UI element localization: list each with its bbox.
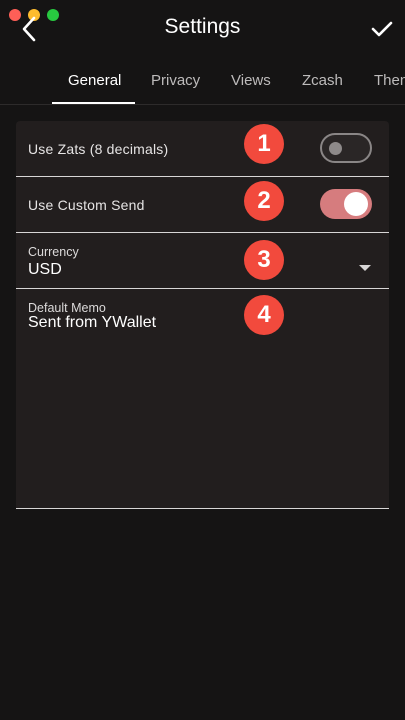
use-zats-label: Use Zats (8 decimals) <box>28 141 169 157</box>
toggle-knob <box>344 192 368 216</box>
tab-general[interactable]: General <box>68 72 121 89</box>
tab-privacy[interactable]: Privacy <box>151 72 200 89</box>
custom-send-row: Use Custom Send 2 <box>16 177 389 232</box>
custom-send-label: Use Custom Send <box>28 197 145 213</box>
tab-zcash[interactable]: Zcash <box>302 72 343 89</box>
memo-underline <box>16 508 389 509</box>
memo-label: Default Memo <box>28 301 106 315</box>
default-memo-field[interactable]: Default Memo Sent from YWallet 4 <box>16 289 389 508</box>
use-zats-toggle[interactable] <box>320 133 372 163</box>
tab-theme[interactable]: Then <box>374 72 405 89</box>
step-badge-4: 4 <box>244 295 284 335</box>
confirm-button[interactable] <box>367 14 397 44</box>
general-settings-panel: Use Zats (8 decimals) 1 Use Custom Send … <box>16 121 389 509</box>
currency-row[interactable]: Currency USD 3 <box>16 233 389 288</box>
use-zats-row: Use Zats (8 decimals) 1 <box>16 121 389 176</box>
memo-value: Sent from YWallet <box>28 314 157 331</box>
currency-label: Currency <box>28 245 79 259</box>
currency-value: USD <box>28 261 62 278</box>
page-title: Settings <box>164 15 241 38</box>
step-badge-1: 1 <box>244 124 284 164</box>
step-badge-2: 2 <box>244 181 284 221</box>
custom-send-toggle[interactable] <box>320 189 372 219</box>
toggle-knob <box>329 142 342 155</box>
check-icon <box>371 21 393 37</box>
active-tab-indicator <box>52 102 135 104</box>
chevron-down-icon[interactable] <box>359 265 371 271</box>
tab-bar: General Privacy Views Zcash Then <box>0 60 405 105</box>
step-badge-3: 3 <box>244 240 284 280</box>
tab-views[interactable]: Views <box>231 72 271 89</box>
